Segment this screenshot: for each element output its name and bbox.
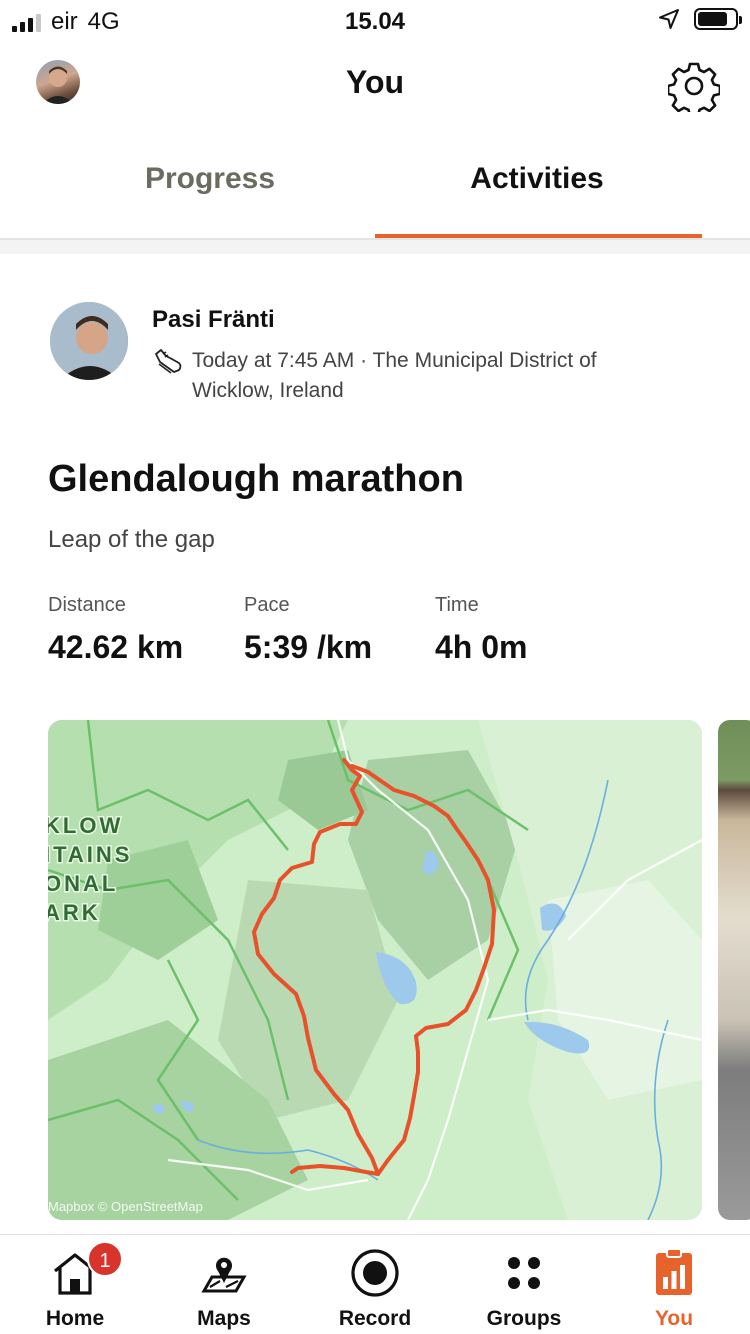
battery-icon bbox=[694, 8, 742, 30]
tabbar-item-maps[interactable]: Maps bbox=[164, 1247, 284, 1331]
profile-tabs: Progress Activities bbox=[0, 140, 750, 240]
tabbar-label: Record bbox=[338, 1307, 412, 1330]
stat-distance: Distance 42.62 km bbox=[48, 594, 183, 666]
athlete-photo-icon bbox=[50, 302, 128, 380]
home-icon: 1 bbox=[49, 1241, 123, 1299]
running-shoe-icon bbox=[155, 349, 182, 374]
tab-progress[interactable]: Progress bbox=[45, 162, 375, 196]
tab-activities[interactable]: Activities bbox=[372, 162, 702, 196]
gear-icon[interactable] bbox=[668, 60, 720, 112]
status-right bbox=[658, 8, 742, 30]
app-header: You bbox=[0, 44, 750, 128]
route-map[interactable]: KLOW ITAINS ONAL ARK Mapbox © OpenStreet… bbox=[48, 720, 702, 1220]
bottom-tab-bar: 1 Home Maps Record Groups You bbox=[0, 1234, 750, 1334]
location-arrow-icon bbox=[659, 9, 679, 29]
stat-label: Distance bbox=[48, 594, 126, 616]
map-park-label-line: ONAL bbox=[48, 871, 118, 896]
stat-pace: Pace 5:39 /km bbox=[244, 594, 372, 666]
page-title: You bbox=[345, 64, 405, 100]
tabbar-label: You bbox=[654, 1307, 694, 1330]
you-icon bbox=[648, 1247, 700, 1299]
tabbar-item-groups[interactable]: Groups bbox=[464, 1247, 584, 1331]
status-bar: eir 4G 15.04 bbox=[0, 0, 750, 40]
map-park-label-line: KLOW bbox=[48, 813, 123, 838]
tabbar-item-you[interactable]: You bbox=[614, 1247, 734, 1331]
athlete-avatar[interactable] bbox=[50, 302, 128, 380]
tabbar-label: Home bbox=[45, 1307, 105, 1330]
tabbar-item-home[interactable]: 1 Home bbox=[15, 1241, 135, 1331]
section-divider bbox=[0, 240, 750, 254]
activity-title[interactable]: Glendalough marathon bbox=[48, 458, 464, 501]
stat-label: Pace bbox=[244, 594, 290, 616]
tabbar-label: Groups bbox=[486, 1307, 562, 1330]
stat-time: Time 4h 0m bbox=[435, 594, 527, 666]
stat-value: 4h 0m bbox=[435, 629, 528, 665]
route-map-graphic: KLOW ITAINS ONAL ARK bbox=[48, 720, 702, 1220]
activity-photo-thumbnail[interactable] bbox=[718, 720, 750, 1220]
map-park-label-line: ARK bbox=[48, 900, 101, 925]
athlete-name[interactable]: Pasi Fränti bbox=[152, 306, 275, 334]
status-time: 15.04 bbox=[344, 8, 406, 35]
activity-meta: Today at 7:45 AM · The Municipal Distric… bbox=[192, 349, 597, 402]
tabbar-label: Maps bbox=[197, 1307, 251, 1330]
notification-badge: 1 bbox=[87, 1241, 123, 1277]
stat-value: 42.62 km bbox=[48, 629, 184, 665]
stat-value: 5:39 /km bbox=[244, 629, 373, 665]
map-attribution: Mapbox © OpenStreetMap bbox=[48, 1199, 203, 1214]
maps-icon bbox=[198, 1247, 250, 1299]
activity-description: Leap of the gap bbox=[48, 526, 215, 553]
record-icon bbox=[349, 1247, 401, 1299]
active-tab-indicator bbox=[375, 234, 702, 238]
map-park-label-line: ITAINS bbox=[48, 842, 132, 867]
stat-label: Time bbox=[435, 594, 479, 616]
tabbar-item-record[interactable]: Record bbox=[315, 1247, 435, 1331]
groups-icon bbox=[498, 1247, 550, 1299]
